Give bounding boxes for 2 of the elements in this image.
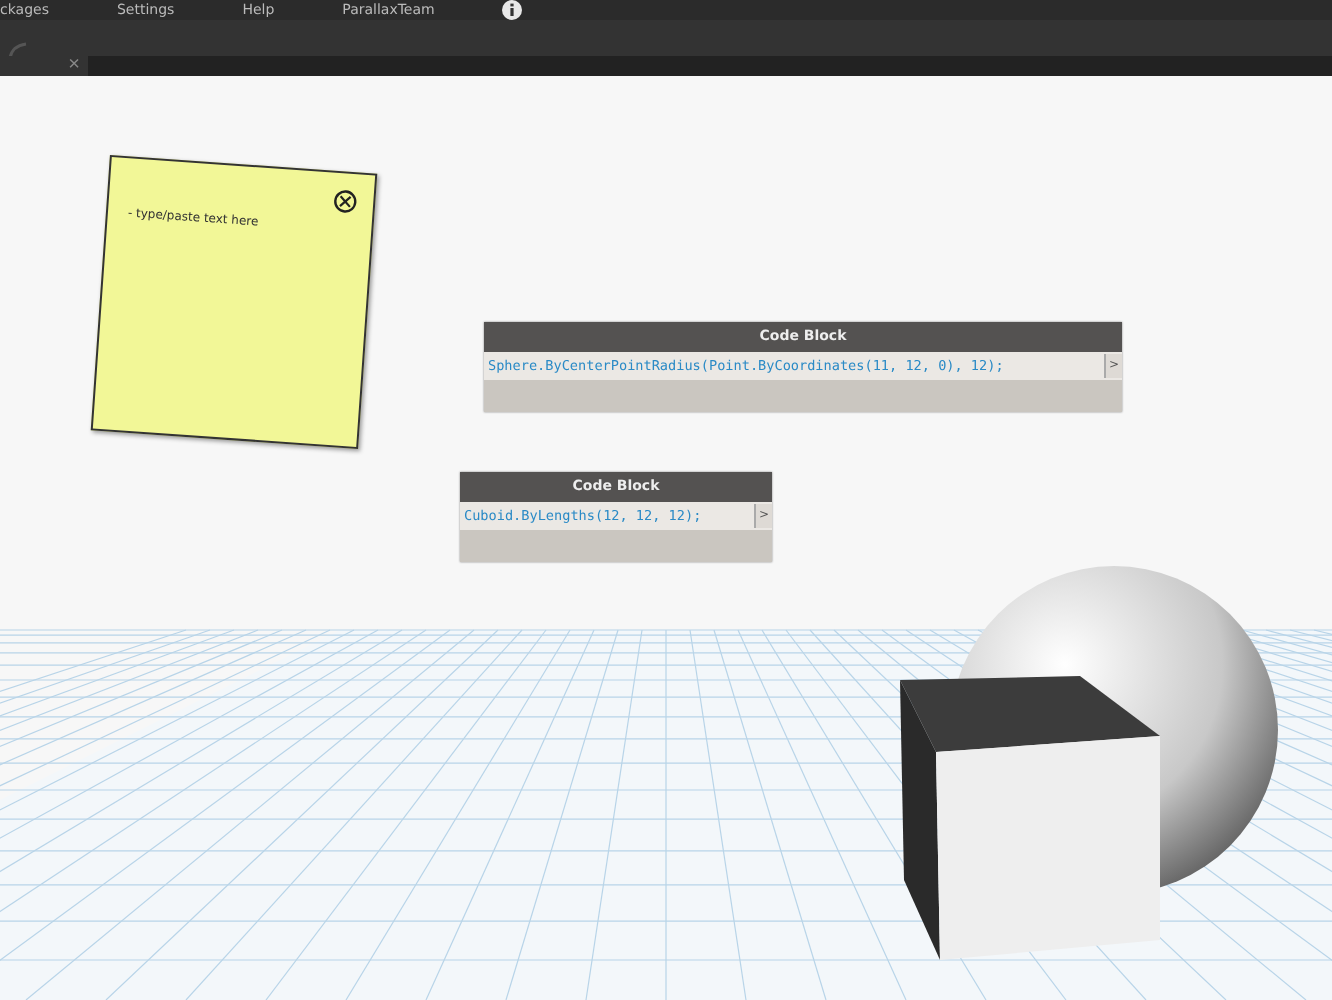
info-icon[interactable] <box>502 0 523 20</box>
close-circle-icon[interactable] <box>332 188 359 215</box>
